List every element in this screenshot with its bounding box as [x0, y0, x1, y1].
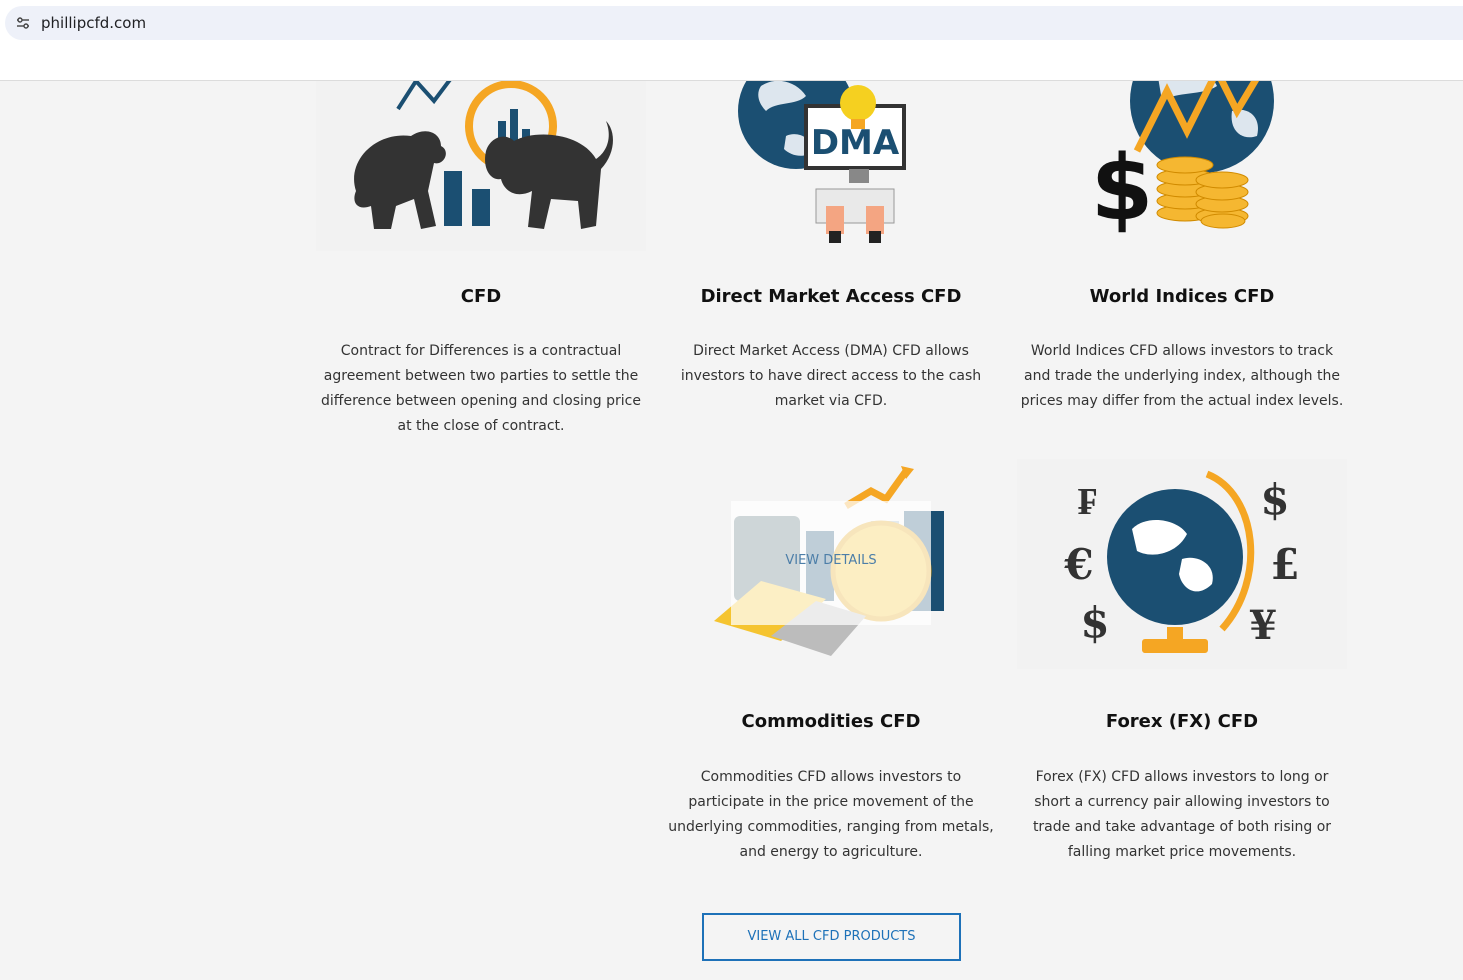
address-bar[interactable]: phillipcfd.com	[5, 6, 1463, 40]
products-section: CFD Contract for Differences is a contra…	[0, 81, 1463, 980]
svg-text:€: €	[1063, 540, 1093, 589]
product-title[interactable]: Forex (FX) CFD	[1017, 711, 1347, 732]
bull-bear-icon[interactable]	[316, 81, 646, 251]
product-description: Contract for Differences is a contractua…	[321, 343, 641, 434]
browser-chrome: phillipcfd.com	[0, 0, 1463, 81]
svg-text:£: £	[1270, 540, 1299, 589]
dma-computer-icon[interactable]: DMA	[666, 81, 996, 251]
product-description: Commodities CFD allows investors to part…	[668, 769, 994, 860]
tune-icon[interactable]	[15, 15, 31, 31]
currency-globe-icon[interactable]: ₣ $ € £ $ ¥	[1017, 459, 1347, 669]
globe-coins-icon[interactable]: $	[1017, 81, 1347, 251]
svg-text:$: $	[1080, 598, 1109, 647]
svg-text:₣: ₣	[1078, 478, 1097, 523]
product-description: World Indices CFD allows investors to tr…	[1020, 343, 1344, 409]
url-text[interactable]: phillipcfd.com	[41, 14, 146, 32]
product-description: Direct Market Access (DMA) CFD allows in…	[680, 343, 982, 409]
view-details-button[interactable]: VIEW DETAILS	[731, 553, 931, 568]
product-title[interactable]: CFD	[316, 286, 646, 307]
product-title[interactable]: Commodities CFD	[666, 711, 996, 732]
svg-text:¥: ¥	[1249, 602, 1277, 649]
view-details-overlay[interactable]: VIEW DETAILS	[731, 501, 931, 625]
product-description: Forex (FX) CFD allows investors to long …	[1032, 769, 1332, 860]
svg-text:$: $	[1260, 475, 1289, 524]
product-title[interactable]: World Indices CFD	[1017, 286, 1347, 307]
product-title[interactable]: Direct Market Access CFD	[666, 286, 996, 307]
view-all-cfd-products-button[interactable]: VIEW ALL CFD PRODUCTS	[702, 913, 961, 961]
svg-text:$: $	[1091, 136, 1154, 241]
